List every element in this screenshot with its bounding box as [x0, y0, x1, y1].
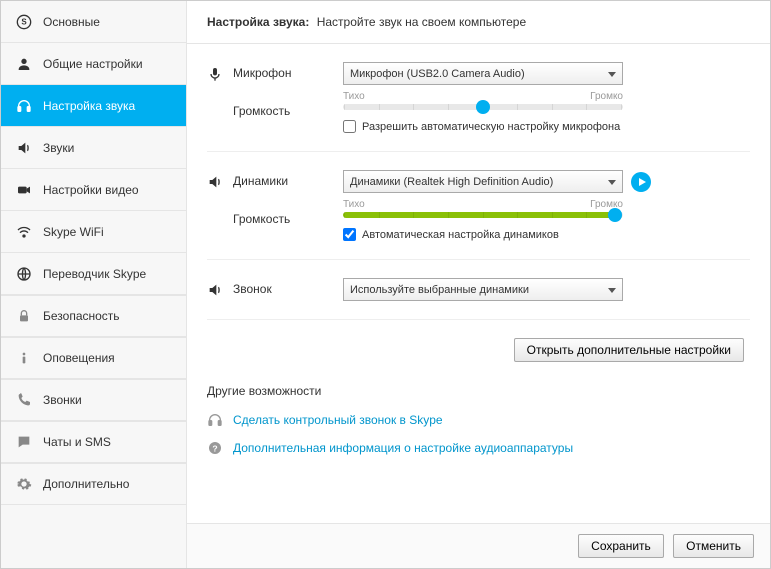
speaker-icon — [15, 139, 33, 157]
ringing-section: Звонок Используйте выбранные динамики — [207, 278, 750, 320]
phone-icon — [15, 391, 33, 409]
help-link-row: ? Дополнительная информация о настройке … — [207, 440, 750, 456]
gear-icon — [15, 475, 33, 493]
speakers-label: Динамики — [233, 174, 343, 188]
settings-window: S Основные Общие настройки Настройка зву… — [0, 0, 771, 569]
sidebar-item-label: Звуки — [43, 141, 74, 155]
sidebar-item-calls[interactable]: Звонки — [1, 379, 186, 421]
page-subtitle: Настройте звук на своем компьютере — [317, 15, 526, 29]
lock-icon — [15, 307, 33, 325]
advanced-settings-button[interactable]: Открыть дополнительные настройки — [514, 338, 744, 362]
test-speaker-button[interactable] — [631, 172, 651, 192]
sidebar-item-label: Звонки — [43, 393, 82, 407]
slider-max-label: Громко — [590, 91, 623, 102]
footer: Сохранить Отменить — [187, 523, 770, 568]
ring-select[interactable]: Используйте выбранные динамики — [343, 278, 623, 301]
sidebar-item-label: Skype WiFi — [43, 225, 104, 239]
sidebar-item-notifications[interactable]: Оповещения — [1, 337, 186, 379]
skype-icon: S — [15, 13, 33, 31]
headset-small-icon — [207, 412, 233, 428]
sidebar-item-audio[interactable]: Настройка звука — [1, 85, 186, 127]
slider-min-label: Тихо — [343, 199, 365, 210]
sidebar-item-chats[interactable]: Чаты и SMS — [1, 421, 186, 463]
sidebar-item-label: Безопасность — [43, 309, 120, 323]
mic-auto-checkbox[interactable] — [343, 120, 356, 133]
speaker-out-icon — [207, 170, 233, 241]
sidebar-item-label: Чаты и SMS — [43, 435, 111, 449]
cancel-button[interactable]: Отменить — [673, 534, 754, 558]
speakers-section: Динамики Громкость Динамики (Realtek Hig… — [207, 170, 750, 260]
microphone-icon — [207, 62, 233, 133]
contact-icon — [15, 55, 33, 73]
sidebar-item-label: Настройки видео — [43, 183, 139, 197]
sidebar-item-label: Настройка звука — [43, 99, 135, 113]
speakers-select[interactable]: Динамики (Realtek High Definition Audio) — [343, 170, 623, 193]
sidebar-item-sounds[interactable]: Звуки — [1, 127, 186, 169]
sidebar-item-label: Оповещения — [43, 351, 115, 365]
other-options-title: Другие возможности — [207, 384, 750, 398]
sidebar-item-main[interactable]: S Основные — [1, 1, 186, 43]
sidebar-item-advanced[interactable]: Дополнительно — [1, 463, 186, 505]
microphone-section: Микрофон Громкость Микрофон (USB2.0 Came… — [207, 62, 750, 152]
wifi-icon — [15, 223, 33, 241]
slider-thumb[interactable] — [608, 208, 622, 222]
sidebar: S Основные Общие настройки Настройка зву… — [1, 1, 187, 568]
volume-label: Громкость — [233, 212, 343, 226]
sidebar-item-general[interactable]: Общие настройки — [1, 43, 186, 85]
speaker-volume-slider[interactable] — [343, 212, 623, 218]
sidebar-item-label: Основные — [43, 15, 100, 29]
sidebar-item-wifi[interactable]: Skype WiFi — [1, 211, 186, 253]
headset-icon — [15, 97, 33, 115]
content-panel: Настройка звука: Настройте звук на своем… — [187, 1, 770, 568]
sidebar-item-video[interactable]: Настройки видео — [1, 169, 186, 211]
microphone-volume-slider[interactable] — [343, 104, 623, 110]
chat-icon — [15, 433, 33, 451]
page-title: Настройка звука: — [207, 15, 309, 29]
sidebar-item-label: Переводчик Skype — [43, 267, 146, 281]
content-header: Настройка звука: Настройте звук на своем… — [187, 1, 770, 44]
svg-text:S: S — [21, 17, 27, 26]
sidebar-item-label: Дополнительно — [43, 477, 129, 491]
ring-icon — [207, 278, 233, 301]
mic-auto-checkbox-row[interactable]: Разрешить автоматическую настройку микро… — [343, 120, 750, 133]
info-icon — [15, 349, 33, 367]
sidebar-item-label: Общие настройки — [43, 57, 143, 71]
ring-label: Звонок — [233, 282, 343, 296]
slider-thumb[interactable] — [476, 100, 490, 114]
main-area: S Основные Общие настройки Настройка зву… — [1, 1, 770, 568]
test-call-link[interactable]: Сделать контрольный звонок в Skype — [233, 413, 443, 427]
sidebar-item-security[interactable]: Безопасность — [1, 295, 186, 337]
globe-icon — [15, 265, 33, 283]
camera-icon — [15, 181, 33, 199]
microphone-label: Микрофон — [233, 66, 343, 80]
microphone-select[interactable]: Микрофон (USB2.0 Camera Audio) — [343, 62, 623, 85]
help-icon: ? — [207, 440, 233, 456]
svg-text:?: ? — [212, 443, 217, 453]
audio-help-link[interactable]: Дополнительная информация о настройке ау… — [233, 441, 573, 455]
spk-auto-checkbox-row[interactable]: Автоматическая настройка динамиков — [343, 228, 750, 241]
sidebar-item-translator[interactable]: Переводчик Skype — [1, 253, 186, 295]
test-call-row: Сделать контрольный звонок в Skype — [207, 412, 750, 428]
save-button[interactable]: Сохранить — [578, 534, 664, 558]
spk-auto-checkbox[interactable] — [343, 228, 356, 241]
content-body: Микрофон Громкость Микрофон (USB2.0 Came… — [187, 44, 770, 523]
slider-min-label: Тихо — [343, 91, 365, 102]
volume-label: Громкость — [233, 104, 343, 118]
